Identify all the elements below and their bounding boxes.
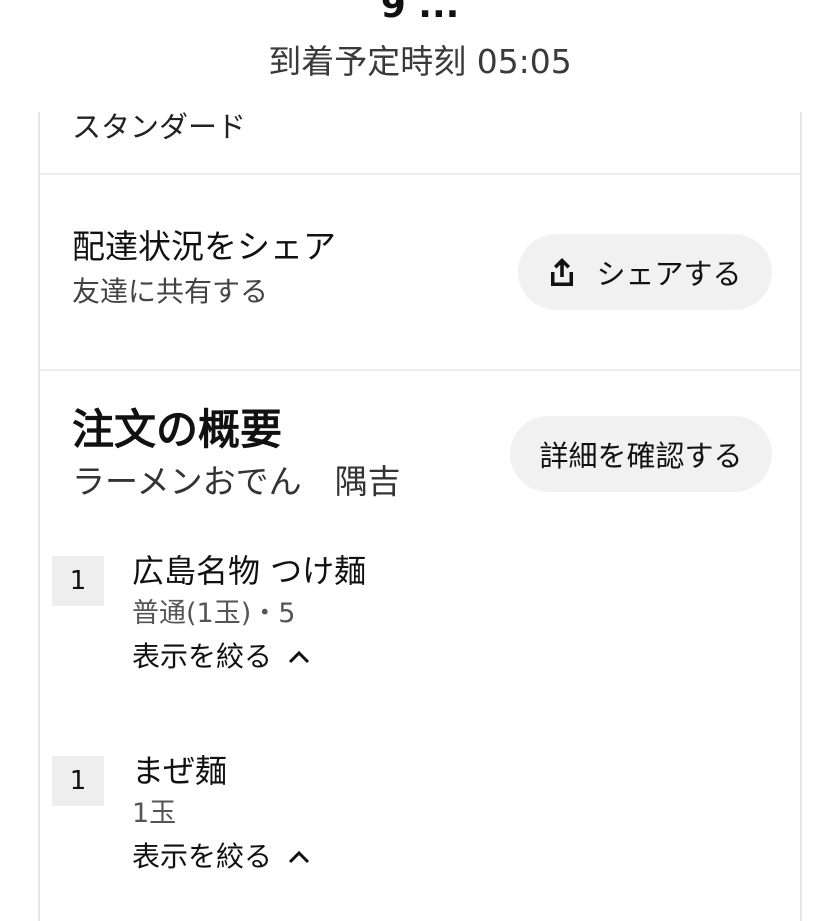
order-summary-title: 注文の概要 — [72, 405, 283, 454]
share-button[interactable]: シェアする — [518, 234, 772, 310]
estimated-arrival-time: 到着予定時刻 05:05 — [268, 42, 572, 81]
delivery-type-label: スタンダード — [72, 110, 247, 144]
item-quantity-badge: 1 — [52, 756, 104, 806]
share-section-subtitle: 友達に共有する — [72, 275, 269, 308]
section-divider — [40, 173, 800, 175]
collapse-toggle[interactable]: 表示を絞る — [132, 838, 310, 876]
share-button-label: シェアする — [596, 257, 742, 291]
collapse-toggle-label: 表示を絞る — [132, 640, 273, 673]
chevron-up-icon — [288, 850, 310, 864]
item-option: 1玉 — [132, 798, 177, 829]
section-divider — [40, 369, 800, 371]
view-details-button-label: 詳細を確認する — [539, 439, 743, 473]
chevron-up-icon — [288, 650, 310, 664]
order-item: 1 広島名物 つけ麺 普通(1玉)・5 表示を絞る — [52, 552, 772, 686]
collapse-toggle-label: 表示を絞る — [132, 840, 273, 873]
share-section-title: 配達状況をシェア — [72, 227, 336, 266]
item-name: まぜ麺 — [132, 752, 228, 790]
item-quantity-badge: 1 — [52, 556, 104, 606]
view-details-button[interactable]: 詳細を確認する — [510, 416, 772, 492]
item-option: 普通(1玉)・5 — [132, 598, 296, 629]
item-name: 広島名物 つけ麺 — [132, 552, 367, 590]
order-item: 1 まぜ麺 1玉 表示を絞る — [52, 752, 772, 886]
order-tracking-screen: 9 ... 到着予定時刻 05:05 スタンダード 配達状況をシェア 友達に共有… — [0, 0, 840, 921]
order-status-title: 9 ... — [380, 0, 460, 26]
collapse-toggle[interactable]: 表示を絞る — [132, 638, 310, 676]
order-card: スタンダード 配達状況をシェア 友達に共有する シェアする 注文の概要 ラーメン… — [38, 112, 802, 921]
share-upload-icon — [551, 258, 574, 286]
restaurant-name: ラーメンおでん 隅吉 — [72, 462, 401, 501]
